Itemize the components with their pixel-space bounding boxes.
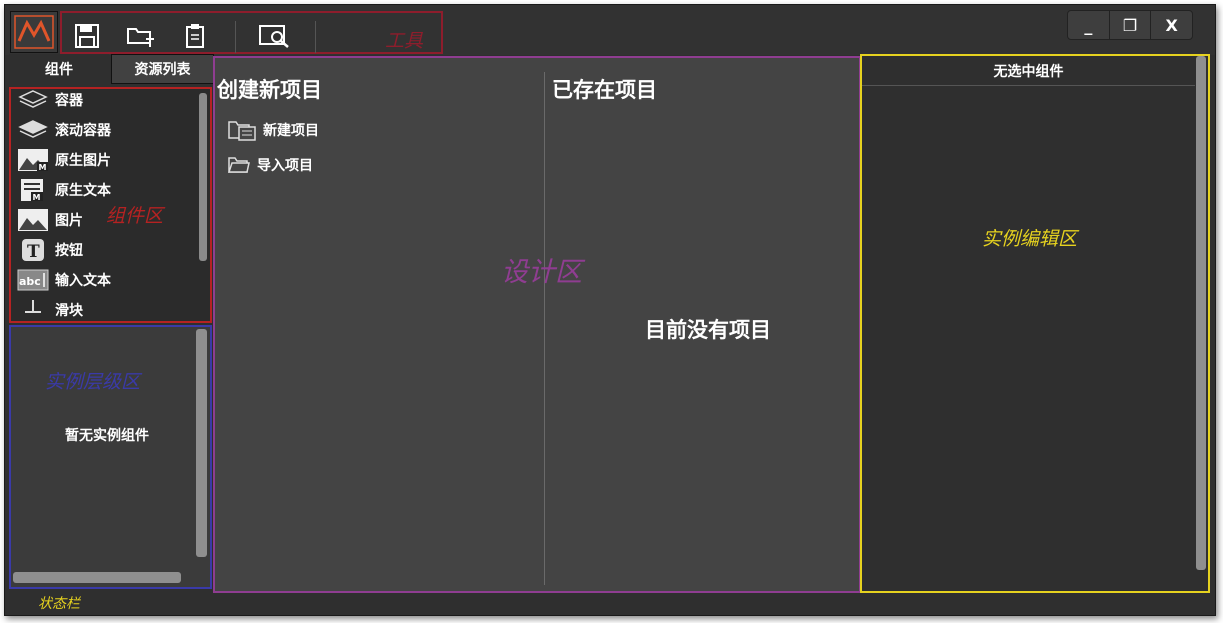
window-controls: _ ❐ X [1067, 10, 1193, 40]
save-button[interactable] [70, 21, 104, 51]
import-project-label: 导入项目 [257, 158, 313, 174]
component-item-container[interactable]: 容器 [17, 89, 83, 113]
component-item-native-image[interactable]: M 原生图片 [17, 147, 111, 173]
component-label: 按钮 [55, 243, 83, 259]
left-panel-tabs: 组件 资源列表 [9, 54, 214, 84]
clipboard-button[interactable] [178, 21, 212, 51]
component-label: 图片 [55, 213, 83, 229]
close-button[interactable]: X [1151, 11, 1192, 39]
layers-icon [17, 89, 49, 112]
preview-search-icon [259, 25, 289, 48]
component-label: 输入文本 [55, 273, 111, 289]
toolbar-separator [235, 21, 236, 53]
instance-header: 无选中组件 [862, 56, 1195, 86]
import-folder-icon [227, 157, 250, 173]
native-image-icon: M [17, 148, 49, 172]
design-region-label: 设计区 [501, 257, 582, 288]
save-icon [75, 24, 99, 48]
hierarchy-empty-text: 暂无实例组件 [65, 428, 149, 444]
existing-projects-title: 已存在项目 [552, 78, 657, 102]
svg-text:M: M [39, 163, 47, 172]
tab-components[interactable]: 组件 [9, 54, 109, 84]
component-item-native-text[interactable]: M 原生文本 [17, 177, 111, 203]
tab-resources[interactable]: 资源列表 [111, 54, 214, 84]
app-logo[interactable] [10, 11, 58, 53]
svg-text:M: M [33, 193, 41, 202]
native-text-icon: M [17, 178, 49, 202]
component-label: 原生图片 [55, 153, 111, 169]
component-scrollbar[interactable] [199, 93, 207, 261]
svg-text:T: T [27, 242, 40, 262]
component-region-label: 组件区 [106, 205, 164, 227]
component-panel: 容器 滚动容器 M 原生图片 M 原生文本 图片 T 按钮 abc 输入文本 滑… [9, 87, 212, 323]
clipboard-icon [186, 24, 204, 48]
instance-hierarchy-panel: 实例层级区 暂无实例组件 [9, 325, 212, 589]
component-item-slider[interactable]: 滑块 [17, 297, 83, 321]
scroll-layers-icon [17, 118, 49, 142]
instance-scrollbar[interactable] [1196, 56, 1206, 570]
toolbar-separator [315, 21, 316, 53]
input-text-icon: abc [17, 268, 49, 292]
instance-edit-panel: 无选中组件 实例编辑区 [860, 54, 1210, 593]
import-project-button[interactable]: 导入项目 [227, 154, 313, 176]
toolbar-region: 工具栏 [60, 11, 443, 79]
new-project-label: 新建项目 [263, 123, 319, 139]
create-project-title: 创建新项目 [217, 78, 322, 102]
component-label: 原生文本 [55, 183, 111, 199]
component-item-scroll-container[interactable]: 滚动容器 [17, 117, 111, 143]
hierarchy-vertical-scrollbar[interactable] [196, 329, 207, 557]
component-label: 滚动容器 [55, 123, 111, 139]
open-project-button[interactable] [124, 21, 158, 51]
hierarchy-horizontal-scrollbar[interactable] [13, 572, 181, 583]
button-t-icon: T [17, 238, 49, 262]
new-project-button[interactable]: 新建项目 [227, 118, 319, 142]
component-item-image[interactable]: 图片 [17, 207, 83, 233]
image-icon [17, 208, 49, 232]
preview-button[interactable] [258, 21, 292, 51]
status-bar-label: 状态栏 [38, 596, 80, 612]
no-projects-text: 目前没有项目 [645, 318, 771, 342]
minimize-button[interactable]: _ [1068, 11, 1110, 39]
component-item-button[interactable]: T 按钮 [17, 237, 83, 263]
component-item-input-text[interactable]: abc 输入文本 [17, 267, 111, 293]
restore-button[interactable]: ❐ [1110, 11, 1152, 39]
new-project-icon [228, 121, 256, 141]
hierarchy-region-label: 实例层级区 [45, 371, 141, 393]
column-divider [544, 72, 545, 585]
toolbar-bar: 工具栏 _ ❐ X [5, 5, 1215, 79]
svg-text:abc: abc [19, 275, 41, 288]
app-window: 工具栏 _ ❐ X 组件 资源列表 容器 滚动容器 M 原生图片 [4, 4, 1216, 616]
instance-region-label: 实例编辑区 [982, 228, 1078, 250]
slider-icon [17, 298, 49, 321]
component-label: 滑块 [55, 303, 83, 319]
open-folder-icon [127, 28, 154, 47]
design-panel: 创建新项目 已存在项目 新建项目 导入项目 设计区 目前没有项目 [213, 56, 861, 593]
component-label: 容器 [55, 93, 83, 109]
